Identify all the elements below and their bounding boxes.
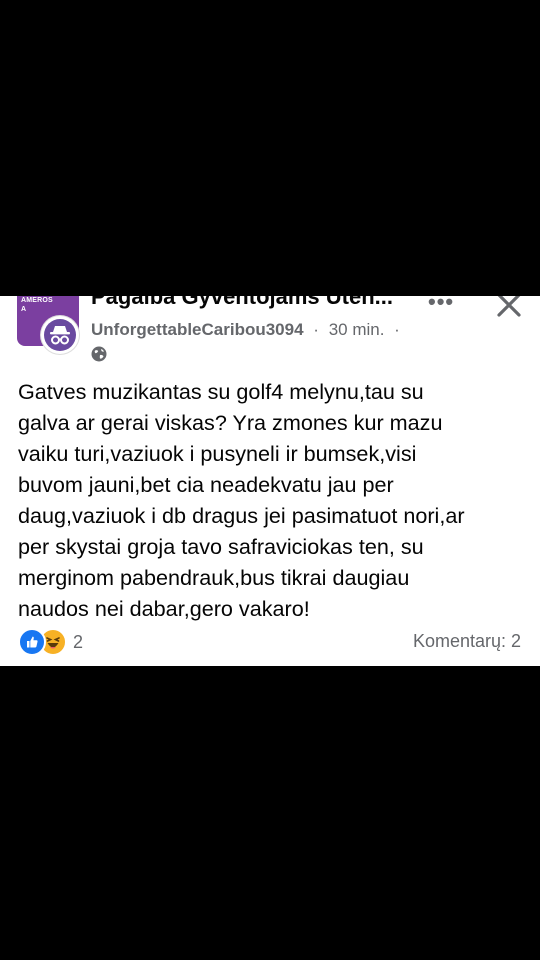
meta-separator-2: ·: [394, 320, 400, 339]
close-icon[interactable]: [494, 296, 524, 320]
post-meta: UnforgettableCaribou3094 · 30 min. ·: [91, 320, 405, 340]
reaction-count: 2: [73, 631, 84, 652]
like-icon: [18, 628, 46, 656]
author-name[interactable]: UnforgettableCaribou3094: [91, 320, 304, 339]
post-time[interactable]: 30 min.: [329, 320, 385, 339]
meta-separator: ·: [313, 320, 319, 339]
comments-count[interactable]: Komentarų: 2: [413, 631, 521, 652]
post-text: Gatves muzikantas su golf4 melynu,tau su…: [18, 379, 465, 621]
anonymous-avatar[interactable]: [41, 316, 79, 354]
globe-icon: [90, 345, 108, 363]
group-avatar-text: AMEROS A: [21, 297, 53, 313]
anonymous-incognito-icon: [44, 319, 76, 351]
group-name[interactable]: Pagalba Gyventojams Uten...: [91, 296, 407, 310]
post-card: AMEROS A Pagalba Gyventojams Uten... •••…: [0, 296, 540, 666]
more-dots-icon[interactable]: •••: [428, 296, 462, 313]
bottom-black-region: [0, 666, 540, 960]
reactions-summary[interactable]: 2: [18, 628, 84, 656]
top-black-region: [0, 0, 540, 296]
